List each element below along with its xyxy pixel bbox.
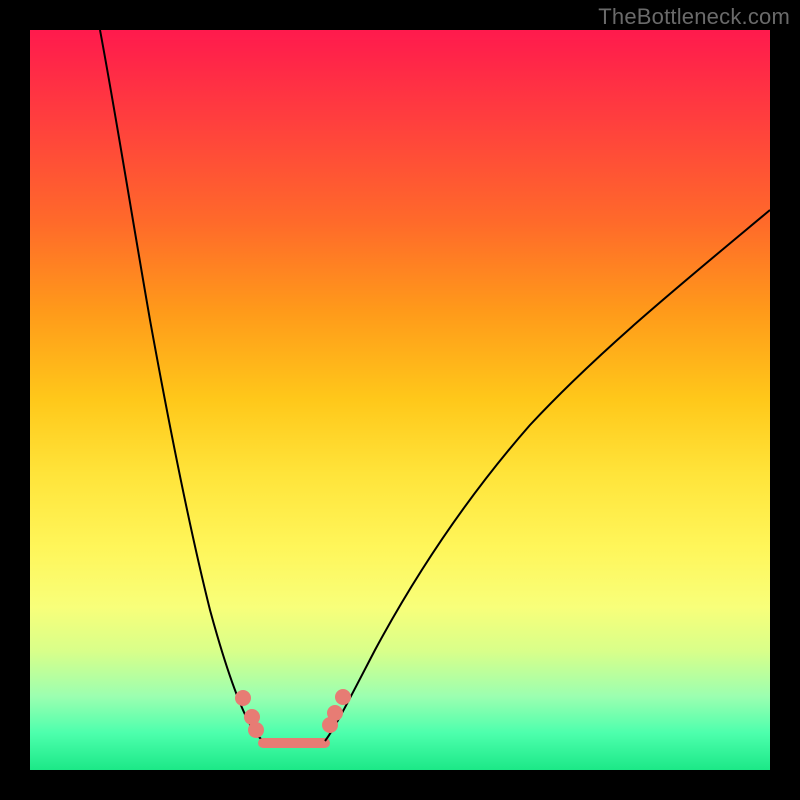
watermark-text: TheBottleneck.com	[598, 4, 790, 30]
left-branch-line	[100, 30, 263, 741]
right-branch-line	[325, 210, 770, 741]
data-point	[335, 689, 351, 705]
data-point	[248, 722, 264, 738]
curve-svg	[30, 30, 770, 770]
plot-area	[30, 30, 770, 770]
data-point	[327, 705, 343, 721]
outer-frame: TheBottleneck.com	[0, 0, 800, 800]
data-point	[235, 690, 251, 706]
